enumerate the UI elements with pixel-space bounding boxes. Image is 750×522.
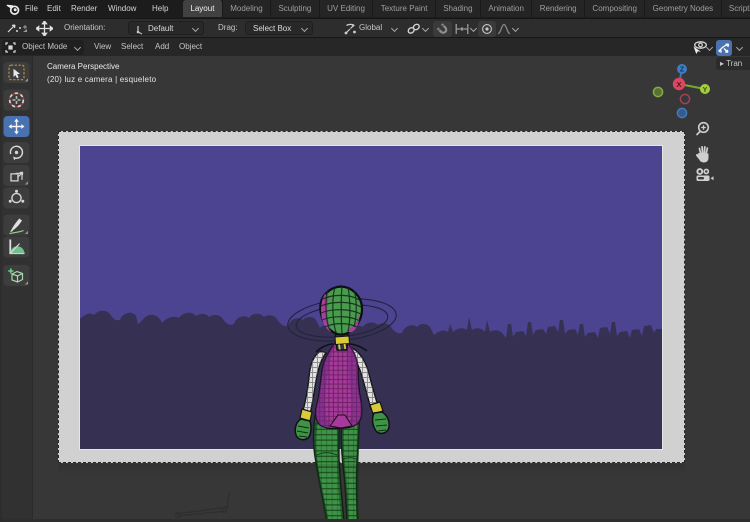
svg-text:Z: Z: [680, 67, 685, 74]
svg-text:Y: Y: [703, 87, 708, 94]
svg-text:X: X: [676, 80, 681, 89]
